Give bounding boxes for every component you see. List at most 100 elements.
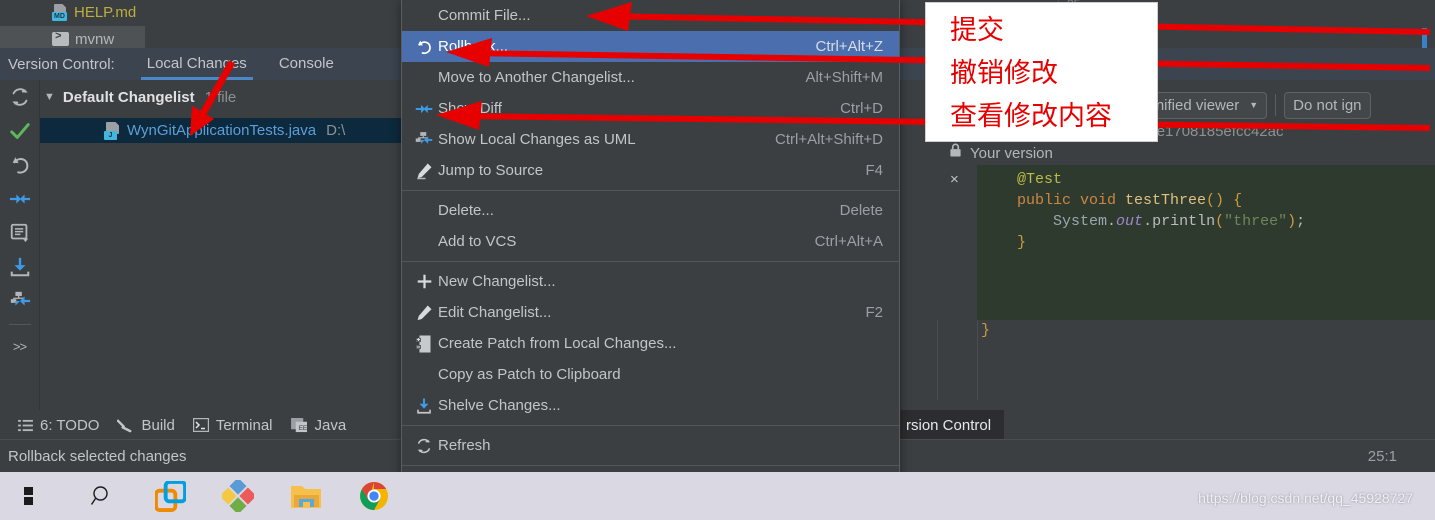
file-path-label: D:\ — [326, 122, 346, 139]
menu-item-add-to-vcs[interactable]: Add to VCS Ctrl+Alt+A — [402, 226, 899, 257]
rollback-button[interactable] — [1, 148, 39, 182]
changelist-button[interactable] — [1, 216, 39, 250]
menu-item-delete[interactable]: Delete... Delete — [402, 195, 899, 226]
menu-item-jump-to-source[interactable]: Jump to Source F4 — [402, 155, 899, 186]
tree-item-label: mvnw — [75, 30, 115, 48]
chevron-down-icon[interactable]: ▼ — [44, 91, 55, 103]
diff-code-block: × @Test public void testThree() { System… — [937, 165, 1435, 320]
tool-button-terminal[interactable]: Terminal — [192, 416, 273, 434]
version-control-toolbar-rail: >> — [0, 80, 40, 410]
taskbar-vmware-button[interactable] — [136, 480, 204, 512]
tab-console[interactable]: Console — [279, 48, 334, 80]
annotation-line: 撤销修改 — [950, 58, 1058, 89]
remove-change-icon[interactable]: × — [950, 171, 959, 188]
menu-item-label: Edit Changelist... — [438, 304, 552, 321]
menu-item-accel: Ctrl+Alt+A — [814, 233, 883, 250]
tool-button-label: 6: TODO — [40, 416, 100, 434]
taskbar-chrome-button[interactable] — [340, 481, 408, 511]
tool-button-build[interactable]: Build — [117, 417, 175, 434]
todo-icon — [18, 419, 33, 432]
taskbar-search-button[interactable] — [68, 484, 136, 508]
show-diff-icon — [410, 100, 438, 118]
toolbar-divider — [1275, 94, 1277, 116]
search-icon — [90, 486, 108, 505]
markdown-file-icon: MD — [52, 3, 68, 21]
menu-item-commit-file[interactable]: Commit File... — [402, 0, 899, 31]
changelist-icon — [10, 223, 28, 243]
windows-start-button[interactable] — [0, 486, 68, 506]
uml-icon — [10, 291, 30, 306]
refresh-icon — [410, 437, 438, 455]
annotation-box: 提交 撤销修改 查看修改内容 — [925, 2, 1158, 142]
menu-item-accel: F4 — [865, 162, 883, 179]
commit-button[interactable] — [1, 114, 39, 148]
watermark-text: https://blog.csdn.net/qq_45928727 — [1198, 490, 1413, 506]
uml-icon — [410, 131, 438, 149]
menu-separator — [402, 261, 899, 262]
shell-script-icon — [52, 31, 69, 46]
terminal-icon — [192, 418, 209, 432]
menu-item-refresh[interactable]: Refresh — [402, 430, 899, 461]
taskbar-explorer-button[interactable] — [272, 483, 340, 510]
annotation-line: 查看修改内容 — [950, 101, 1112, 132]
menu-item-label: Jump to Source — [438, 162, 544, 179]
menu-item-accel: F2 — [865, 304, 883, 321]
tool-button-todo[interactable]: 6: TODO — [18, 417, 99, 434]
tool-button-label: Terminal — [215, 416, 273, 434]
refresh-button[interactable] — [1, 80, 39, 114]
menu-item-show-diff[interactable]: Show Diff Ctrl+D — [402, 93, 899, 124]
uml-button[interactable] — [1, 284, 39, 318]
menu-item-label: Refresh — [438, 437, 491, 454]
caret-position: 25:1 — [1367, 447, 1397, 465]
ignore-whitespace-label: Do not ign — [1293, 96, 1362, 114]
menu-item-accel: Alt+Shift+M — [805, 69, 883, 86]
rail-divider — [8, 324, 31, 325]
changelist-header[interactable]: ▼ Default Changelist 1 file — [40, 85, 236, 109]
pencil-icon — [410, 162, 438, 180]
refresh-icon — [11, 88, 28, 106]
tool-button-java[interactable]: EE Java — [290, 417, 346, 434]
menu-item-rollback[interactable]: Rollback... Ctrl+Alt+Z — [402, 31, 899, 62]
menu-item-accel: Ctrl+Alt+Z — [815, 38, 883, 55]
ignore-whitespace-select[interactable]: Do not ign — [1284, 91, 1371, 119]
plus-icon — [410, 273, 438, 290]
menu-item-label: New Changelist... — [438, 273, 556, 290]
office-icon — [222, 480, 254, 512]
menu-separator — [402, 425, 899, 426]
diff-gutter: × — [937, 165, 977, 320]
changelist-title: Default Changelist — [62, 88, 195, 106]
menu-item-label: Show Local Changes as UML — [438, 131, 636, 148]
menu-item-show-local-changes-as-uml[interactable]: Show Local Changes as UML Ctrl+Alt+Shift… — [402, 124, 899, 155]
chevron-down-icon: ▼ — [1249, 100, 1259, 110]
menu-item-new-changelist[interactable]: New Changelist... — [402, 266, 899, 297]
code-line: @Test — [981, 171, 1063, 188]
tree-item-help-md[interactable]: MD HELP.md — [52, 0, 136, 24]
menu-item-copy-as-patch[interactable]: Copy as Patch to Clipboard — [402, 359, 899, 390]
patch-icon — [410, 335, 438, 353]
show-diff-button[interactable] — [1, 182, 39, 216]
menu-item-label: Add to VCS — [438, 233, 517, 250]
tool-button-version-control[interactable]: rsion Control — [893, 410, 1005, 440]
shelve-button[interactable] — [1, 250, 39, 284]
menu-item-edit-changelist[interactable]: Edit Changelist... F2 — [402, 297, 899, 328]
menu-item-label: Commit File... — [438, 7, 531, 24]
tab-local-changes[interactable]: Local Changes — [140, 48, 253, 80]
shelve-icon — [410, 397, 438, 415]
vmware-icon — [154, 480, 186, 512]
context-menu: Commit File... Rollback... Ctrl+Alt+Z Mo… — [401, 0, 900, 520]
menu-item-create-patch[interactable]: Create Patch from Local Changes... — [402, 328, 899, 359]
menu-item-move-to-another-changelist[interactable]: Move to Another Changelist... Alt+Shift+… — [402, 62, 899, 93]
menu-item-accel: Delete — [839, 202, 883, 219]
your-version-row: Your version — [949, 143, 1053, 163]
your-version-label: Your version — [970, 144, 1053, 162]
shelve-icon — [10, 257, 29, 277]
more-options-button[interactable]: >> — [1, 329, 39, 363]
code-line: } — [981, 234, 1027, 251]
taskbar-office-button[interactable] — [204, 480, 272, 512]
svg-text:EE: EE — [298, 425, 307, 432]
menu-item-label: Move to Another Changelist... — [438, 69, 635, 86]
menu-item-label: Copy as Patch to Clipboard — [438, 366, 621, 383]
pencil-icon — [410, 304, 438, 322]
menu-item-shelve-changes[interactable]: Shelve Changes... — [402, 390, 899, 421]
menu-item-label: Shelve Changes... — [438, 397, 561, 414]
